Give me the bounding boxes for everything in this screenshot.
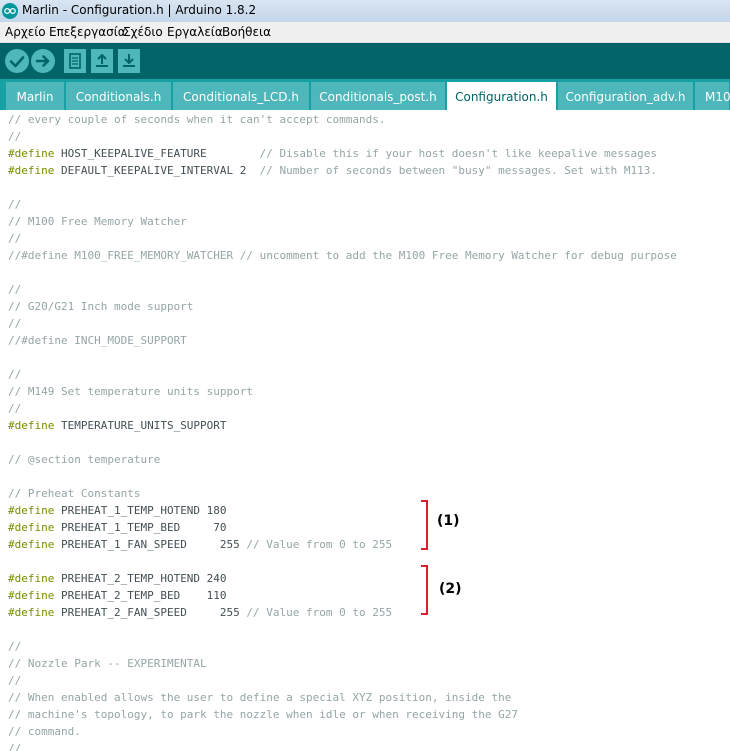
code-line: //#define INCH_MODE_SUPPORT [8,334,187,347]
menu-edit[interactable]: Επεξεργασία [49,25,126,39]
code-line: // [8,368,22,381]
code-text: PREHEAT_2_TEMP_HOTEND 240 [54,572,227,585]
code-line: // [8,742,22,751]
annotation-label-1: (1) [437,513,460,529]
annotation-bracket-2 [421,565,428,615]
code-line: #define TEMPERATURE_UNITS_SUPPORT [8,417,227,434]
save-sketch-button[interactable] [118,49,140,73]
code-line: // every couple of seconds when it can't… [8,113,386,126]
code-line: // [8,130,22,143]
define-keyword: #define [8,572,55,585]
title-bar: Marlin - Configuration.h | Arduino 1.8.2 [0,0,730,23]
tab-conditionals-lcd[interactable]: Conditionals_LCD.h [173,82,310,110]
define-keyword: #define [8,538,55,551]
tab-m10[interactable]: M10 [695,82,730,110]
tab-marlin[interactable]: Marlin [6,82,65,110]
new-file-icon [69,53,81,69]
toolbar [0,43,730,79]
code-line: #define PREHEAT_1_TEMP_HOTEND 180 [8,502,227,519]
code-line: // M149 Set temperature units support [8,385,254,398]
code-text: TEMPERATURE_UNITS_SUPPORT [54,419,227,432]
code-line: // When enabled allows the user to defin… [8,691,512,704]
code-line: // Preheat Constants [8,487,141,500]
code-line: // [8,198,22,211]
window-title: Marlin - Configuration.h | Arduino 1.8.2 [22,3,257,17]
code-comment: // Value from 0 to 255 [246,538,393,551]
tab-conditionals[interactable]: Conditionals.h [66,82,172,110]
code-text: PREHEAT_2_FAN_SPEED 255 [54,606,247,619]
code-text: HOST_KEEPALIVE_FEATURE [54,147,260,160]
code-text: PREHEAT_2_TEMP_BED 110 [54,589,227,602]
code-line: // [8,317,22,330]
code-text: PREHEAT_1_TEMP_BED 70 [54,521,227,534]
code-line: // machine's topology, to park the nozzl… [8,708,518,721]
verify-button[interactable] [5,49,29,73]
open-sketch-button[interactable] [91,49,113,73]
code-line: // @section temperature [8,453,161,466]
tab-configuration[interactable]: Configuration.h [447,82,557,110]
code-line: // [8,674,22,687]
check-icon [9,56,25,68]
annotation-label-2: (2) [439,581,462,597]
code-line: #define PREHEAT_2_FAN_SPEED 255 // Value… [8,604,392,621]
code-line: //#define M100_FREE_MEMORY_WATCHER // un… [8,249,677,262]
code-line: // [8,402,22,415]
code-line: #define DEFAULT_KEEPALIVE_INTERVAL 2 // … [8,162,657,179]
arduino-logo-icon [2,3,18,19]
code-line: #define PREHEAT_2_TEMP_BED 110 [8,587,227,604]
menu-sketch[interactable]: Σχέδιο [123,25,163,39]
code-text: DEFAULT_KEEPALIVE_INTERVAL 2 [54,164,260,177]
define-keyword: #define [8,164,55,177]
tab-bar: Marlin Conditionals.h Conditionals_LCD.h… [0,79,730,110]
code-line: // [8,640,22,653]
define-keyword: #define [8,147,55,160]
code-line: // [8,232,22,245]
tab-conditionals-post[interactable]: Conditionals_post.h [311,82,446,110]
code-line: // Nozzle Park -- EXPERIMENTAL [8,657,207,670]
open-icon [96,54,108,67]
code-line: #define PREHEAT_1_FAN_SPEED 255 // Value… [8,536,392,553]
code-comment: // Number of seconds between "busy" mess… [259,164,658,177]
menu-file[interactable]: Αρχείο [5,25,46,39]
define-keyword: #define [8,589,55,602]
define-keyword: #define [8,419,55,432]
code-line: // command. [8,725,81,738]
code-comment: // Disable this if your host doesn't lik… [259,147,658,160]
code-text: PREHEAT_1_FAN_SPEED 255 [54,538,247,551]
upload-button[interactable] [31,49,55,73]
annotation-bracket-1 [421,500,428,550]
tab-configuration-adv[interactable]: Configuration_adv.h [558,82,694,110]
code-line: #define HOST_KEEPALIVE_FEATURE // Disabl… [8,145,657,162]
define-keyword: #define [8,606,55,619]
menu-help[interactable]: Βοήθεια [222,25,271,39]
new-sketch-button[interactable] [64,49,86,73]
save-icon [123,54,135,67]
code-line: // [8,283,22,296]
code-comment: // Value from 0 to 255 [246,606,393,619]
arrow-right-icon [35,55,50,67]
menu-tools[interactable]: Εργαλεία [167,25,223,39]
code-line: #define PREHEAT_2_TEMP_HOTEND 240 [8,570,227,587]
menu-bar: Αρχείο Επεξεργασία Σχέδιο Εργαλεία Βοήθε… [0,22,730,43]
code-line: // G20/G21 Inch mode support [8,300,194,313]
code-editor[interactable]: // every couple of seconds when it can't… [0,110,730,751]
code-line: #define PREHEAT_1_TEMP_BED 70 [8,519,227,536]
define-keyword: #define [8,521,55,534]
code-line: // M100 Free Memory Watcher [8,215,187,228]
define-keyword: #define [8,504,55,517]
code-text: PREHEAT_1_TEMP_HOTEND 180 [54,504,227,517]
